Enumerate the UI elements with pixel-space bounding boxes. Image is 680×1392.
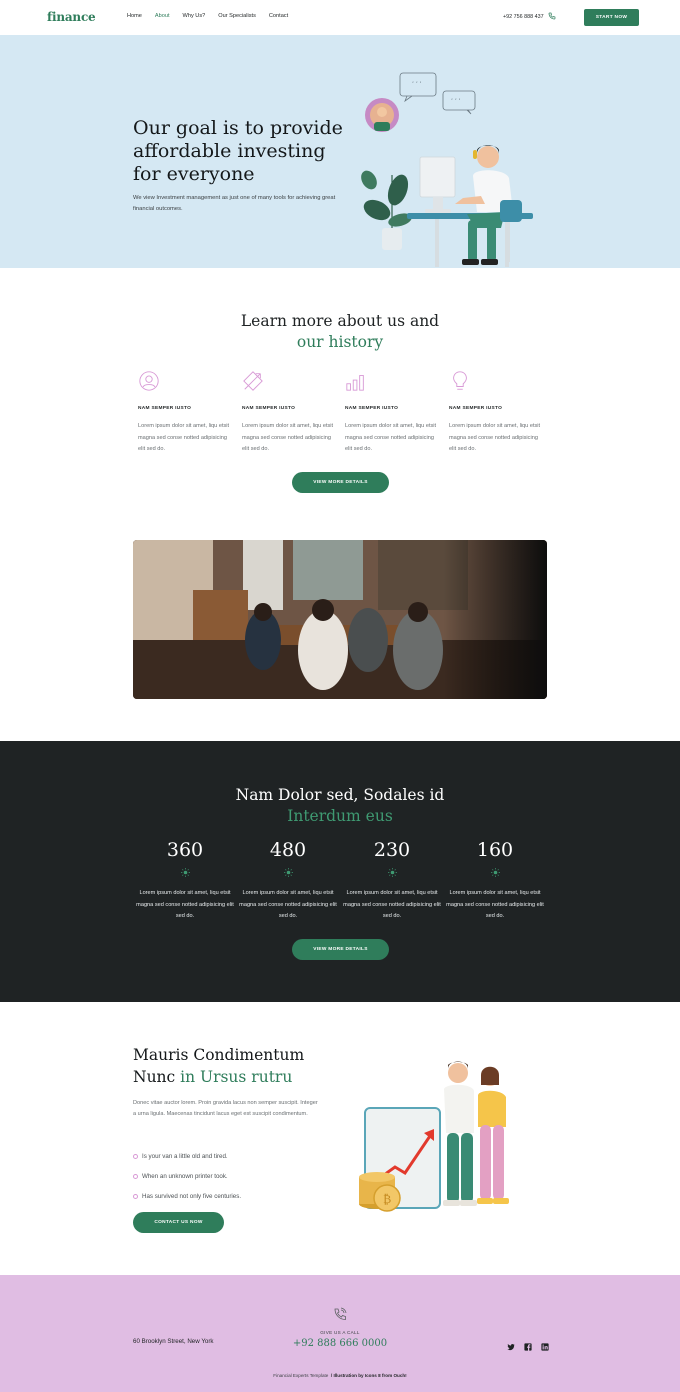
site-footer: 60 Brooklyn Street, New York GIVE US A C… xyxy=(0,1275,680,1392)
stat-number: 160 xyxy=(476,839,514,861)
mauris-text: Donec vitae auctor lorem. Proin gravida … xyxy=(133,1100,318,1117)
header-phone[interactable]: +92 756 888 437 xyxy=(503,14,544,20)
twitter-icon[interactable] xyxy=(507,1338,515,1351)
stat-text: Lorem ipsum dolor sit amet, liqu etsit m… xyxy=(239,890,337,919)
view-more-details-button[interactable]: VIEW MORE DETAILS xyxy=(292,939,389,960)
about-title-highlight: our history xyxy=(296,333,384,351)
stats-title-line: Nam Dolor sed, Sodales id xyxy=(235,786,445,804)
feature-title: NAM SEMPER IUSTO xyxy=(242,406,296,411)
hero-title-line: affordable investing xyxy=(133,140,326,162)
bar-chart-icon xyxy=(346,375,364,391)
mauris-title-line: Nunc in Ursus rutru xyxy=(133,1067,333,1089)
stat-number: 230 xyxy=(373,839,411,861)
hero-illustration: ’ ’ ’ ’ ’ ’ xyxy=(361,72,533,267)
stat-text: Lorem ipsum dolor sit amet, liqu etsit m… xyxy=(446,890,544,919)
compass-arrow-icon xyxy=(243,371,263,391)
bullet-icon xyxy=(133,1153,138,1159)
stat-number: 360 xyxy=(166,839,204,861)
logo[interactable]: finance xyxy=(47,10,96,24)
hero-text: We view Investment management as just on… xyxy=(133,195,336,212)
lightbulb-icon xyxy=(453,371,467,390)
team-meeting-photo xyxy=(133,540,547,699)
mauris-list: Is your van a little old and tired. When… xyxy=(133,1146,241,1206)
growth-illustration: ₿ xyxy=(359,1061,509,1212)
stat-text: Lorem ipsum dolor sit amet, liqu etsit m… xyxy=(343,890,441,919)
feature-card: NAM SEMPER IUSTO Lorem ipsum dolor sit a… xyxy=(242,370,338,452)
stat-item: 230 Lorem ipsum dolor sit amet, liqu ets… xyxy=(342,839,442,923)
hero-section: Our goal is to provide affordable invest… xyxy=(0,35,680,268)
feature-title: NAM SEMPER IUSTO xyxy=(345,406,399,411)
user-circle-icon xyxy=(139,371,159,391)
hero-title-line: for everyone xyxy=(133,163,255,185)
facebook-icon[interactable] xyxy=(524,1338,532,1351)
stat-number: 480 xyxy=(269,839,307,861)
linkedin-icon[interactable] xyxy=(541,1338,549,1351)
feature-text: Lorem ipsum dolor sit amet, liqu etsit m… xyxy=(242,423,334,452)
nav-about[interactable]: About xyxy=(155,13,170,19)
sun-icon xyxy=(283,868,293,877)
stats-title-highlight: Interdum eus xyxy=(287,807,393,825)
nav-contact[interactable]: Contact xyxy=(269,13,288,19)
feature-text: Lorem ipsum dolor sit amet, liqu etsit m… xyxy=(345,423,437,452)
footer-credits: Financial Experts Template / Illustratio… xyxy=(0,1373,680,1378)
feature-card: NAM SEMPER IUSTO Lorem ipsum dolor sit a… xyxy=(449,370,545,452)
stats-title: Nam Dolor sed, Sodales id Interdum eus xyxy=(0,785,680,827)
sun-icon xyxy=(387,868,397,877)
list-item: Has survived not only five centuries. xyxy=(133,1186,241,1206)
stat-item: 360 Lorem ipsum dolor sit amet, liqu ets… xyxy=(135,839,235,923)
nav-our-specialists[interactable]: Our Specialists xyxy=(218,13,256,19)
svg-text:’ ’ ’: ’ ’ ’ xyxy=(451,98,461,105)
stat-text: Lorem ipsum dolor sit amet, liqu etsit m… xyxy=(136,890,234,919)
about-title: Learn more about us and our history xyxy=(0,311,680,353)
social-links xyxy=(507,1338,549,1351)
sun-icon xyxy=(490,868,500,877)
stats-section: Nam Dolor sed, Sodales id Interdum eus 3… xyxy=(0,741,680,1002)
list-item: Is your van a little old and tired. xyxy=(133,1146,241,1166)
bullet-icon xyxy=(133,1193,138,1199)
mauris-title-line: Mauris Condimentum xyxy=(133,1046,305,1064)
list-item-text: When an unknown printer took. xyxy=(142,1172,228,1180)
hero-title-line: Our goal is to provide xyxy=(133,117,343,139)
about-title-line: Learn more about us and xyxy=(240,312,440,330)
mauris-title-highlight: in Ursus rutru xyxy=(180,1067,293,1086)
main-nav: Home About Why Us? Our Specialists Conta… xyxy=(127,13,301,19)
list-item-text: Is your van a little old and tired. xyxy=(142,1152,228,1160)
svg-text:’ ’ ’: ’ ’ ’ xyxy=(412,81,422,88)
phone-icon xyxy=(548,12,556,20)
credit-illustration[interactable]: / Illustration by Icons 8 from Ouch! xyxy=(331,1373,407,1378)
svg-text:₿: ₿ xyxy=(383,1192,391,1206)
start-now-button[interactable]: START NOW xyxy=(584,9,639,26)
credit-template: Financial Experts Template xyxy=(273,1373,329,1378)
feature-text: Lorem ipsum dolor sit amet, liqu etsit m… xyxy=(138,423,230,452)
hero-title: Our goal is to provide affordable invest… xyxy=(133,117,353,186)
site-header: finance Home About Why Us? Our Specialis… xyxy=(0,0,680,35)
bullet-icon xyxy=(133,1173,138,1179)
nav-home[interactable]: Home xyxy=(127,13,142,19)
mauris-title-text: Nunc xyxy=(133,1067,181,1086)
list-item: When an unknown printer took. xyxy=(133,1166,241,1186)
feature-card: NAM SEMPER IUSTO Lorem ipsum dolor sit a… xyxy=(345,370,441,452)
sun-icon xyxy=(180,868,190,877)
mauris-title: Mauris Condimentum Nunc in Ursus rutru xyxy=(133,1045,333,1088)
stat-item: 160 Lorem ipsum dolor sit amet, liqu ets… xyxy=(445,839,545,923)
feature-text: Lorem ipsum dolor sit amet, liqu etsit m… xyxy=(449,423,541,452)
stat-item: 480 Lorem ipsum dolor sit amet, liqu ets… xyxy=(238,839,338,923)
nav-why-us[interactable]: Why Us? xyxy=(183,13,206,19)
view-more-details-button[interactable]: VIEW MORE DETAILS xyxy=(292,472,389,493)
feature-card: NAM SEMPER IUSTO Lorem ipsum dolor sit a… xyxy=(138,370,234,452)
list-item-text: Has survived not only five centuries. xyxy=(142,1192,242,1200)
give-us-a-call-label: GIVE US A CALL xyxy=(320,1330,360,1335)
footer-phone[interactable]: +92 888 666 0000 xyxy=(0,1338,680,1349)
phone-call-icon xyxy=(334,1307,347,1320)
feature-title: NAM SEMPER IUSTO xyxy=(449,406,503,411)
feature-title: NAM SEMPER IUSTO xyxy=(138,406,192,411)
contact-us-now-button[interactable]: CONTACT US NOW xyxy=(133,1212,224,1233)
